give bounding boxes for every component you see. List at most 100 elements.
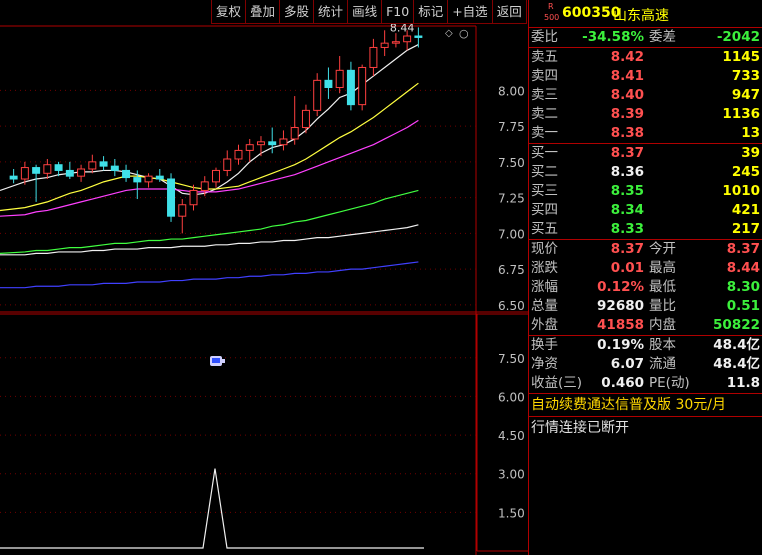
add-watchlist-button[interactable]: +自选 — [448, 0, 493, 24]
candle-body — [223, 158, 232, 171]
candle-body — [324, 79, 333, 88]
bid-row: 买一 8.37 39 — [529, 144, 762, 163]
candle-body — [391, 41, 400, 44]
quote-label-2: 量比 — [649, 298, 676, 314]
price-tick-label: 8.00 — [498, 84, 525, 98]
ask-label: 卖三 — [531, 87, 558, 103]
quote-label-2: 今开 — [649, 241, 676, 257]
candle-body — [88, 161, 97, 170]
chart-toolbar: 复权 叠加 多股 统计 画线 F10 标记 +自选 返回 — [211, 0, 527, 24]
candlestick-series — [9, 27, 423, 234]
bid-label: 买二 — [531, 164, 558, 180]
mark-button[interactable]: 标记 — [414, 0, 449, 24]
quote-label: 涨幅 — [531, 279, 558, 295]
fund-value-2: 11.8 — [726, 375, 760, 391]
draw-line-button[interactable]: 画线 — [348, 0, 383, 24]
candle — [110, 158, 119, 177]
stock-code: 600350 — [562, 5, 621, 21]
candle-body — [212, 169, 220, 183]
candle — [245, 138, 254, 162]
connection-status: 行情连接已断开 — [531, 420, 629, 436]
bid-volume: 421 — [731, 202, 760, 218]
fund-label: 换手 — [531, 337, 558, 353]
ma-line-4 — [0, 189, 419, 254]
candle — [414, 27, 423, 48]
ask-label: 卖四 — [531, 68, 558, 84]
back-button[interactable]: 返回 — [492, 0, 527, 24]
candle-body — [155, 175, 164, 180]
stock-header: R 500 600350 山东高速 — [529, 0, 762, 28]
candle — [133, 170, 142, 200]
order-ratio-row: 委比 -34.58% 委差 -2042 — [529, 28, 762, 47]
bid-price: 8.35 — [610, 183, 644, 199]
candle-body — [290, 127, 299, 140]
teacup-icon[interactable] — [210, 356, 225, 366]
quote-label: 总量 — [531, 298, 558, 314]
subscription-notice[interactable]: 自动续费通达信普及版 30元/月 — [529, 394, 762, 417]
ask-row: 卖一 8.38 13 — [529, 124, 762, 143]
expand-icon[interactable]: ○ — [459, 27, 469, 40]
ma-line-5 — [0, 224, 419, 256]
bid-row: 买四 8.34 421 — [529, 201, 762, 220]
ask-volume: 947 — [731, 87, 760, 103]
candle-body — [200, 181, 209, 191]
quote-value-2: 8.37 — [726, 241, 760, 257]
ask-label: 卖二 — [531, 106, 558, 122]
candle-body — [65, 169, 74, 177]
quote-label-2: 内盘 — [649, 317, 676, 333]
candle-body — [234, 149, 243, 160]
indicator-tick-label: 1.50 — [498, 506, 525, 520]
bid-volume: 245 — [731, 164, 760, 180]
ask-row: 卖四 8.41 733 — [529, 67, 762, 86]
ask-price: 8.41 — [610, 68, 644, 84]
candle — [167, 173, 176, 222]
candle-body — [256, 141, 265, 146]
candle — [77, 164, 86, 182]
candle-body — [9, 175, 18, 180]
bid-volume: 1010 — [722, 183, 760, 199]
kline-chart[interactable]: 8.00 7.75 7.50 7.25 7.00 6.75 6.50 7.50 6.00 4.5… — [0, 0, 528, 555]
candle — [324, 67, 333, 99]
restore-rights-button[interactable]: 复权 — [211, 0, 247, 24]
candle — [391, 33, 400, 48]
ratio-label: 委比 — [531, 29, 558, 45]
candle — [369, 38, 378, 77]
stock-name: 山东高速 — [613, 8, 669, 24]
price-tick-label: 7.00 — [498, 227, 525, 241]
fund-label-2: 流通 — [649, 356, 676, 372]
bid-label: 买五 — [531, 221, 558, 237]
bid-row: 买三 8.35 1010 — [529, 182, 762, 201]
candle-body — [167, 178, 176, 217]
indicator-tick-label: 4.50 — [498, 429, 525, 443]
bid-row: 买二 8.36 245 — [529, 163, 762, 182]
fund-value: 0.19% — [597, 337, 644, 353]
candle — [43, 158, 52, 180]
quote-value-2: 0.51 — [726, 298, 760, 314]
candle-body — [43, 164, 52, 174]
fund-value: 0.460 — [601, 375, 644, 391]
multi-stock-button[interactable]: 多股 — [280, 0, 315, 24]
candle-body — [122, 169, 131, 179]
candle-body — [268, 141, 277, 146]
ma-line-6 — [0, 261, 419, 289]
quote-label-2: 最低 — [649, 279, 676, 295]
ask-book: 卖五 8.42 1145 卖四 8.41 733 卖三 8.40 947 卖二 8.39 1136 卖一… — [529, 48, 762, 144]
candle-body — [335, 69, 344, 88]
candle-body — [245, 144, 254, 151]
bid-price: 8.34 — [610, 202, 644, 218]
overlay-button[interactable]: 叠加 — [246, 0, 281, 24]
ask-label: 卖一 — [531, 125, 558, 141]
diamond-icon[interactable]: ◇ — [445, 28, 453, 39]
quote-label: 涨跌 — [531, 260, 558, 276]
candle — [335, 56, 344, 94]
quote-value: 8.37 — [610, 241, 644, 257]
candle-body — [380, 42, 389, 48]
fund-label: 收益(三) — [531, 375, 583, 391]
candle — [256, 136, 265, 157]
f10-button[interactable]: F10 — [382, 0, 415, 24]
ask-volume: 1145 — [722, 49, 760, 65]
price-axis: 8.00 7.75 7.50 7.25 7.00 6.75 6.50 — [498, 84, 525, 313]
fundamental-row: 净资 6.07 流通 48.4亿 — [529, 355, 762, 374]
statistics-button[interactable]: 统计 — [314, 0, 349, 24]
candle — [88, 154, 97, 174]
